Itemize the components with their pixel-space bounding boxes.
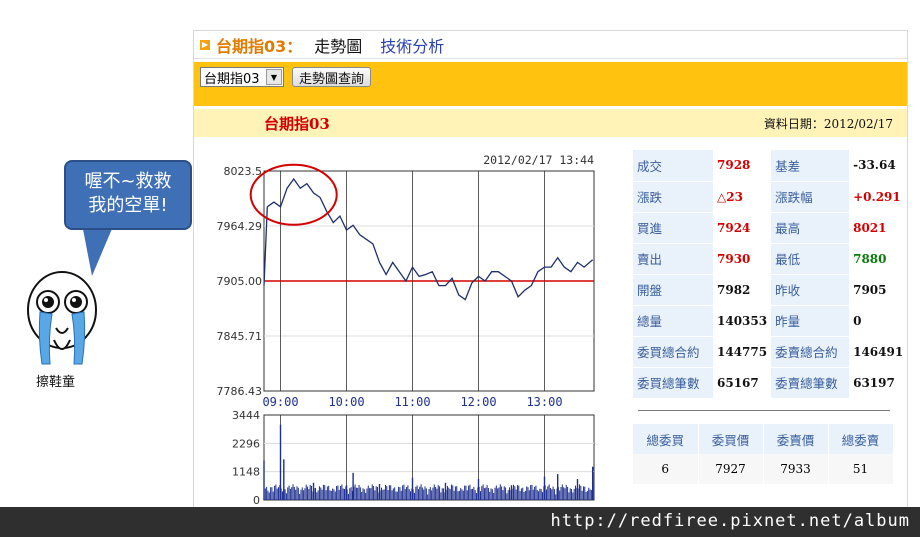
quote-value: 7928 xyxy=(713,150,772,182)
screenshot-root: ▶ 台期指03： 走勢圖 技術分析 台期指03 ▼ 走勢圖查詢 台期指03 資料… xyxy=(0,0,920,537)
price-x-tick-label: 13:00 xyxy=(526,395,562,409)
tab-trend-chart[interactable]: 走勢圖 xyxy=(314,33,362,57)
quote-label: 昨量 xyxy=(771,305,850,337)
quote-label: 漲跌幅 xyxy=(771,181,850,213)
quote-label: 漲跌 xyxy=(633,181,713,213)
quote-value: 7905 xyxy=(849,274,908,306)
summary-header: 委買價 xyxy=(698,424,764,454)
price-x-tick-label: 09:00 xyxy=(262,395,298,409)
query-chart-button[interactable]: 走勢圖查詢 xyxy=(292,67,372,87)
price-y-tick-label: 7905.00 xyxy=(217,275,263,288)
data-date: 資料日期：2012/02/17 xyxy=(763,116,893,131)
quote-label: 賣出 xyxy=(633,243,713,275)
tab-technical-analysis[interactable]: 技術分析 xyxy=(380,33,444,57)
quote-label: 開盤 xyxy=(633,274,713,306)
quote-value: 7880 xyxy=(849,243,908,275)
quote-row: 漲跌 △23 漲跌幅 +0.291 xyxy=(633,181,908,213)
quote-value: 63197 xyxy=(849,367,908,399)
speech-bubble: 喔不~救救 我的空單! xyxy=(64,160,192,230)
summary-value: 51 xyxy=(828,454,894,484)
bubble-line-1: 喔不~救救 xyxy=(84,171,172,192)
meme-label: 擦鞋童 xyxy=(36,375,76,390)
summary-header: 委賣價 xyxy=(763,424,829,454)
chart-timestamp: 2012/02/17 13:44 xyxy=(483,153,594,167)
quote-row: 開盤 7982 昨收 7905 xyxy=(633,274,908,306)
quote-row: 買進 7924 最高 8021 xyxy=(633,212,908,244)
triangle-right-icon: ▶ xyxy=(200,39,210,50)
quote-row: 賣出 7930 最低 7880 xyxy=(633,243,908,275)
watermark-strip: http://redfiree.pixnet.net/album xyxy=(0,507,920,537)
quote-value: 65167 xyxy=(713,367,772,399)
quote-value: △23 xyxy=(713,181,772,213)
page-title: 台期指03： xyxy=(216,36,303,56)
price-x-tick-label: 10:00 xyxy=(328,395,364,409)
quote-row: 委買總筆數 65167 委賣總筆數 63197 xyxy=(633,367,908,399)
quote-label: 總量 xyxy=(633,305,713,337)
summary-header: 總委賣 xyxy=(828,424,894,454)
price-y-tick-label: 8023.5 xyxy=(224,165,263,178)
quote-value: +0.291 xyxy=(849,181,908,213)
contract-name: 台期指03 xyxy=(264,114,330,133)
quote-label: 委賣總合約 xyxy=(771,336,850,368)
quote-value: 7982 xyxy=(713,274,772,306)
quote-value: 146491 xyxy=(849,336,908,368)
quote-label: 最低 xyxy=(771,243,850,275)
bubble-line-2: 我的空單! xyxy=(88,195,168,216)
summary-value: 6 xyxy=(633,454,699,484)
quote-label: 昨收 xyxy=(771,274,850,306)
price-y-tick-label: 7845.71 xyxy=(217,330,263,343)
quote-label: 委買總合約 xyxy=(633,336,713,368)
order-summary-table: 總委買 委買價 委賣價 總委賣 6 7927 7933 51 xyxy=(633,424,894,484)
chevron-down-icon[interactable]: ▼ xyxy=(266,69,282,85)
quote-value: 0 xyxy=(849,305,908,337)
volume-y-tick-label: 1148 xyxy=(232,466,260,479)
quote-table: 成交 7928 基差 -33.64 漲跌 △23 漲跌幅 +0.291 買進 7924 最高 8021… xyxy=(633,150,908,399)
quote-label: 買進 xyxy=(633,212,713,244)
volume-y-tick-label: 2296 xyxy=(232,437,260,450)
contract-select-value: 台期指03 xyxy=(204,71,260,87)
query-bar: 台期指03 ▼ 走勢圖查詢 xyxy=(194,62,907,106)
intraday-chart: 2012/02/17 13:44 8023.5 7964.29 7905.00 7845… xyxy=(217,153,595,507)
quote-label: 最高 xyxy=(771,212,850,244)
summary-value: 7927 xyxy=(698,454,764,484)
price-x-tick-label: 12:00 xyxy=(460,395,496,409)
quote-value: 7924 xyxy=(713,212,772,244)
crying-face-icon xyxy=(27,271,97,365)
quote-value: 144775 xyxy=(713,336,772,368)
volume-y-tick-label: 0 xyxy=(253,494,260,507)
quote-row: 總量 140353 昨量 0 xyxy=(633,305,908,337)
quote-value: 7930 xyxy=(713,243,772,275)
summary-header: 總委買 xyxy=(633,424,699,454)
volume-y-tick-label: 3444 xyxy=(232,409,260,422)
contract-select[interactable]: 台期指03 ▼ xyxy=(200,67,284,87)
quote-value: 140353 xyxy=(713,305,772,337)
quote-row: 成交 7928 基差 -33.64 xyxy=(633,150,908,182)
summary-value: 7933 xyxy=(763,454,829,484)
quote-row: 委買總合約 144775 委賣總合約 146491 xyxy=(633,336,908,368)
quote-label: 基差 xyxy=(771,150,850,182)
price-x-tick-label: 11:00 xyxy=(394,395,430,409)
quote-label: 委買總筆數 xyxy=(633,367,713,399)
price-y-tick-label: 7964.29 xyxy=(217,220,263,233)
watermark-url: http://redfiree.pixnet.net/album xyxy=(550,511,910,531)
page-header: ▶ 台期指03： 走勢圖 技術分析 xyxy=(194,31,907,59)
price-y-tick-label: 7786.43 xyxy=(217,385,263,398)
quote-value: 8021 xyxy=(849,212,908,244)
quote-label: 成交 xyxy=(633,150,713,182)
divider xyxy=(638,410,890,411)
contract-title-bar: 台期指03 資料日期：2012/02/17 xyxy=(194,109,907,137)
quote-label: 委賣總筆數 xyxy=(771,367,850,399)
quote-value: -33.64 xyxy=(849,150,908,182)
